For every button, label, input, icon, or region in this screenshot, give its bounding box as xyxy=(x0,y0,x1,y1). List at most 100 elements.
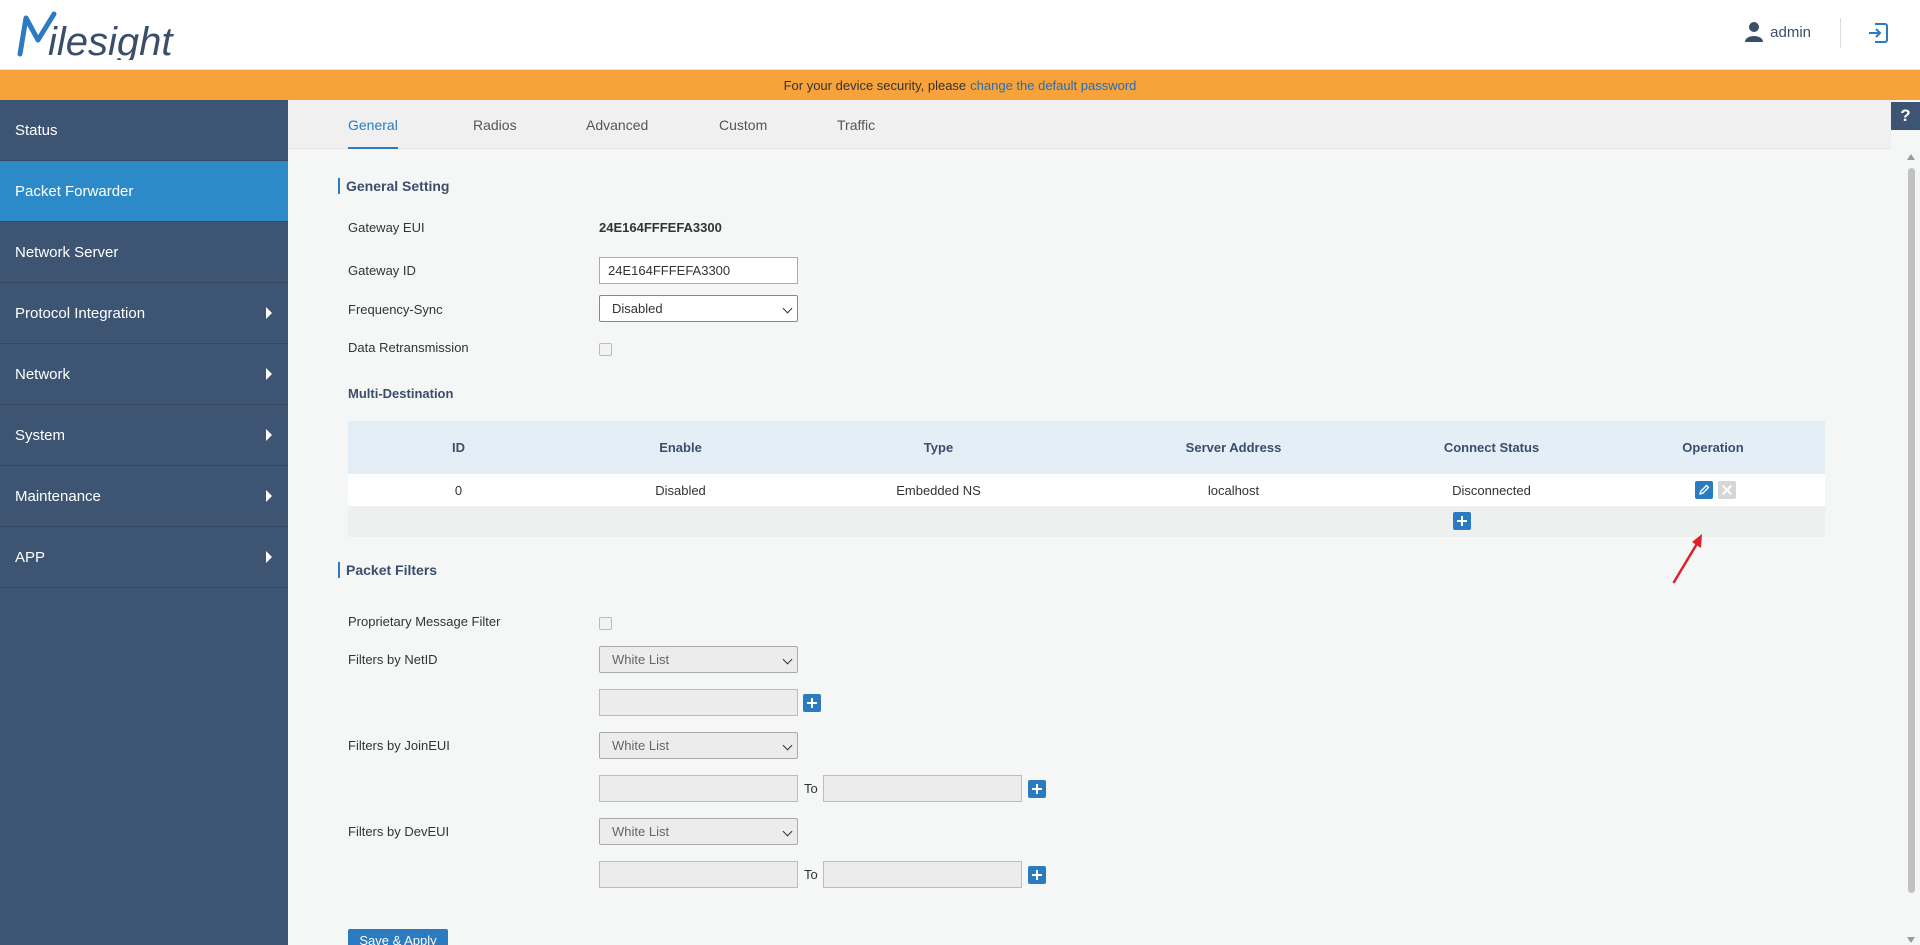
tab-custom[interactable]: Custom xyxy=(719,100,767,149)
help-button[interactable]: ? xyxy=(1891,102,1920,130)
chevron-right-icon xyxy=(266,490,272,502)
tab-general[interactable]: General xyxy=(348,100,398,149)
table-footer xyxy=(348,506,1825,537)
tab-traffic[interactable]: Traffic xyxy=(837,100,875,149)
tab-advanced[interactable]: Advanced xyxy=(586,100,648,149)
deveui-filter-label: Filters by DevEUI xyxy=(348,824,450,839)
deveui-mode-select[interactable]: White List xyxy=(599,818,798,845)
chevron-right-icon xyxy=(266,368,272,380)
netid-filter-label: Filters by NetID xyxy=(348,652,438,667)
column-header: Type xyxy=(923,440,954,455)
netid-mode-select[interactable]: White List xyxy=(599,646,798,673)
sidebar-item-app[interactable]: APP xyxy=(0,527,288,588)
sidebar-item-label: APP xyxy=(15,548,46,566)
add-icon[interactable] xyxy=(1453,512,1471,530)
chevron-right-icon xyxy=(266,307,272,319)
sidebar: Status Packet Forwarder Network Server P… xyxy=(0,100,288,945)
sidebar-item-maintenance[interactable]: Maintenance xyxy=(0,466,288,527)
add-deveui-icon[interactable] xyxy=(1028,866,1046,884)
joineui-filter-label: Filters by JoinEUI xyxy=(348,738,450,753)
cell-operation xyxy=(1601,474,1825,506)
gateway-eui-value: 24E164FFFEFA3300 xyxy=(599,220,722,235)
sidebar-item-network[interactable]: Network xyxy=(0,344,288,405)
cell-server-address: localhost xyxy=(1207,482,1260,498)
scrollbar[interactable] xyxy=(1905,152,1917,945)
tab-radios[interactable]: Radios xyxy=(473,100,517,149)
chevron-down-icon xyxy=(782,826,793,837)
joineui-mode-select[interactable]: White List xyxy=(599,732,798,759)
banner-text: For your device security, please xyxy=(783,77,967,93)
sidebar-item-network-server[interactable]: Network Server xyxy=(0,222,288,283)
cell-enable: Disabled xyxy=(655,482,706,498)
chevron-down-icon xyxy=(782,303,793,314)
cell-type: Embedded NS xyxy=(896,482,981,498)
scroll-up-icon[interactable] xyxy=(1907,154,1915,160)
data-retransmission-checkbox[interactable] xyxy=(599,343,612,356)
user-icon xyxy=(1745,22,1764,42)
sidebar-item-label: Status xyxy=(15,121,58,139)
sidebar-item-label: Protocol Integration xyxy=(15,304,146,322)
sidebar-item-label: System xyxy=(15,426,66,444)
add-joineui-icon[interactable] xyxy=(1028,780,1046,798)
proprietary-filter-checkbox[interactable] xyxy=(599,617,612,630)
milesight-logo[interactable]: ilesight xyxy=(14,10,194,60)
data-retransmission-label: Data Retransmission xyxy=(348,340,469,355)
deveui-to-label: To xyxy=(804,867,818,882)
multi-destination-table: ID Enable Type Server Address Connect St… xyxy=(348,421,1825,537)
chevron-down-icon xyxy=(782,654,793,665)
deveui-from-input[interactable] xyxy=(599,861,798,888)
netid-input[interactable] xyxy=(599,689,798,716)
cell-id: 0 xyxy=(454,482,463,498)
joineui-to-label: To xyxy=(804,781,818,796)
user-menu[interactable]: admin xyxy=(1744,21,1811,43)
logout-icon[interactable] xyxy=(1866,21,1890,45)
header-divider xyxy=(1840,18,1841,48)
joineui-from-input[interactable] xyxy=(599,775,798,802)
column-header: Server Address xyxy=(1185,440,1282,455)
chevron-down-icon xyxy=(782,740,793,751)
joineui-mode-value: White List xyxy=(612,738,670,753)
sidebar-item-label: Maintenance xyxy=(15,487,101,505)
save-apply-button[interactable]: Save & Apply xyxy=(348,929,448,945)
deveui-to-input[interactable] xyxy=(823,861,1022,888)
delete-icon[interactable] xyxy=(1718,481,1736,499)
header: ilesight admin xyxy=(0,0,1920,70)
sidebar-item-status[interactable]: Status xyxy=(0,100,288,161)
username: admin xyxy=(1770,23,1811,41)
gateway-id-label: Gateway ID xyxy=(348,263,416,278)
sidebar-item-packet-forwarder[interactable]: Packet Forwarder xyxy=(0,161,288,222)
general-setting-title: General Setting xyxy=(338,178,449,194)
edit-icon[interactable] xyxy=(1695,481,1713,499)
logo-text: ilesight xyxy=(48,20,174,60)
scrollbar-thumb[interactable] xyxy=(1908,168,1915,893)
frequency-sync-value: Disabled xyxy=(612,301,663,316)
gateway-id-input[interactable] xyxy=(599,257,798,284)
sidebar-item-system[interactable]: System xyxy=(0,405,288,466)
column-header: Connect Status xyxy=(1443,440,1540,455)
sidebar-item-label: Network xyxy=(15,365,71,383)
scroll-down-icon[interactable] xyxy=(1907,937,1915,943)
main-content: General Radios Advanced Custom Traffic ?… xyxy=(288,100,1920,945)
chevron-right-icon xyxy=(266,429,272,441)
proprietary-filter-label: Proprietary Message Filter xyxy=(348,614,501,629)
multi-destination-title: Multi-Destination xyxy=(348,386,454,401)
sidebar-item-protocol-integration[interactable]: Protocol Integration xyxy=(0,283,288,344)
chevron-right-icon xyxy=(266,551,272,563)
table-row: 0 Disabled Embedded NS localhost Disconn… xyxy=(348,474,1825,506)
add-netid-icon[interactable] xyxy=(803,694,821,712)
change-password-link[interactable]: change the default password xyxy=(970,78,1136,93)
netid-mode-value: White List xyxy=(612,652,670,667)
column-header: ID xyxy=(452,440,465,455)
security-banner: For your device security, please change … xyxy=(0,70,1920,100)
table-header: ID Enable Type Server Address Connect St… xyxy=(348,421,1825,474)
column-header: Enable xyxy=(659,440,702,455)
column-header: Operation xyxy=(1682,440,1744,455)
joineui-to-input[interactable] xyxy=(823,775,1022,802)
cell-connect-status: Disconnected xyxy=(1452,482,1531,498)
sidebar-item-label: Packet Forwarder xyxy=(15,182,134,200)
annotation-arrow-icon xyxy=(1672,534,1702,584)
frequency-sync-select[interactable]: Disabled xyxy=(599,295,798,322)
packet-filters-title: Packet Filters xyxy=(338,562,437,578)
deveui-mode-value: White List xyxy=(612,824,670,839)
sidebar-item-label: Network Server xyxy=(15,243,119,261)
